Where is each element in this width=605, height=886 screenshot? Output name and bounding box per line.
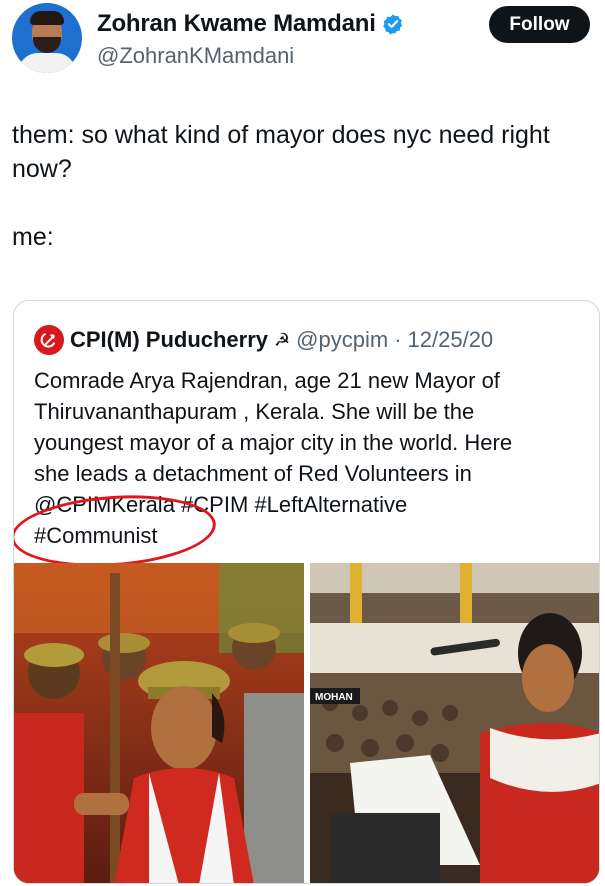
avatar-beard	[33, 37, 61, 53]
quoted-avatar[interactable]	[34, 325, 64, 355]
woman-in-red-volunteer-uniform-photo-icon	[14, 563, 304, 883]
quoted-tweet[interactable]: CPI(M) Puducherry ☭ @pycpim · 12/25/20 C…	[13, 300, 600, 884]
verified-badge-icon	[382, 14, 402, 35]
quoted-tweet-header: CPI(M) Puducherry ☭ @pycpim · 12/25/20	[34, 325, 493, 355]
quoted-author-name[interactable]: CPI(M) Puducherry	[70, 327, 268, 353]
woman-speaking-at-council-podium-photo-icon: MOHAN	[310, 563, 599, 883]
media-grid: MOHAN	[14, 563, 599, 883]
tweet-header: Zohran Kwame Mamdani @ZohranKMamdani Fol…	[0, 0, 605, 80]
quoted-text-line: she leads a detachment of Red Volunteers…	[34, 461, 472, 486]
quoted-author-handle[interactable]: @pycpim	[296, 327, 388, 353]
quoted-text-line: Thiruvananthapuram , Kerala. She will be…	[34, 399, 475, 424]
follow-button[interactable]: Follow	[489, 6, 590, 43]
quoted-date[interactable]: 12/25/20	[408, 327, 494, 353]
tweet-text-line: them: so what kind of mayor does nyc nee…	[12, 121, 550, 183]
meta-separator: ·	[394, 327, 402, 352]
author-handle[interactable]: @ZohranKMamdani	[97, 43, 294, 69]
tweet-body: them: so what kind of mayor does nyc nee…	[12, 118, 592, 288]
quoted-text-line: Comrade Arya Rajendran, age 21 new Mayor…	[34, 368, 500, 393]
author-name-row[interactable]: Zohran Kwame Mamdani	[97, 10, 404, 38]
hammer-sickle-emoji-icon: ☭	[274, 329, 291, 350]
tweet-text-line: me:	[12, 223, 54, 251]
author-display-name[interactable]: Zohran Kwame Mamdani	[97, 10, 376, 38]
avatar-shirt	[18, 53, 76, 73]
avatar-hair	[30, 11, 64, 25]
photo-volunteer[interactable]	[14, 563, 304, 883]
hammer-sickle-icon	[40, 333, 55, 348]
quoted-text-line: youngest mayor of a major city in the wo…	[34, 430, 513, 455]
name-placard: MOHAN	[315, 692, 353, 703]
photo-council[interactable]: MOHAN	[310, 563, 599, 883]
author-avatar[interactable]	[12, 3, 82, 73]
